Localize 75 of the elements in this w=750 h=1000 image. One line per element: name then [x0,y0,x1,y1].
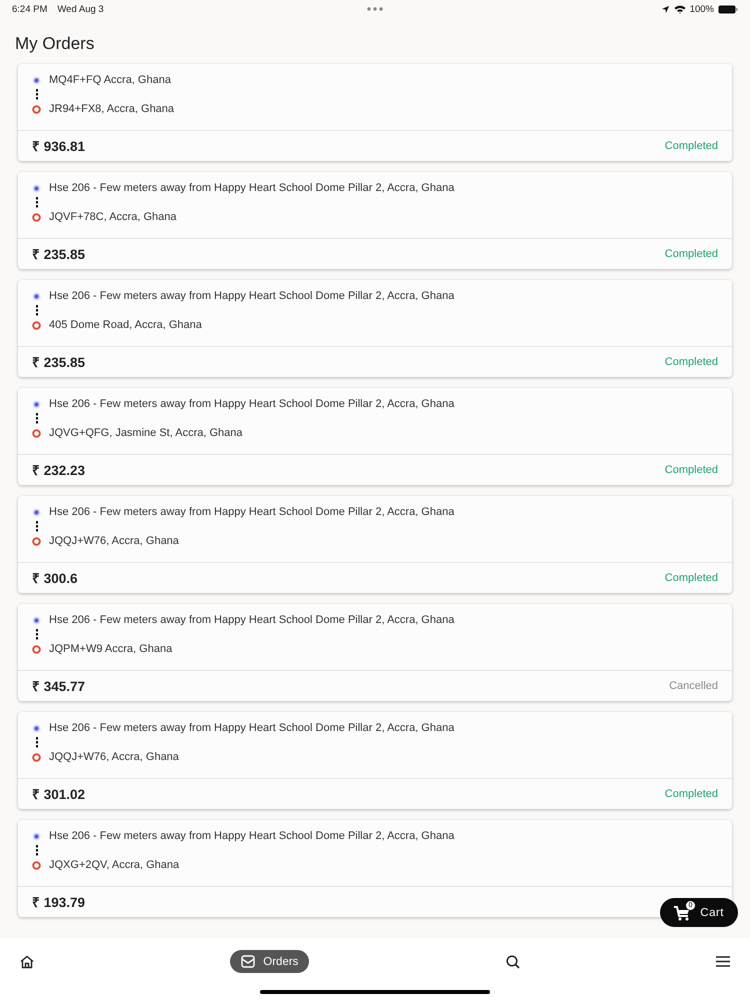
status-date: Wed Aug 3 [57,4,104,14]
pickup-dot-icon [32,616,41,624]
pickup-address: Hse 206 - Few meters away from Happy Heart School Dome Pillar 2, Accra, Ghana [49,830,454,842]
order-status: Completed [664,572,718,584]
order-price: ₹ 235.85 [32,246,86,263]
order-card[interactable]: Hse 206 - Few meters away from Happy Heart School Dome Pillar 2, Accra, Ghana JQQJ+W76, Accra, Ghana ₹ 301.02 Completed [18,712,732,809]
route-line-icon [36,305,38,316]
order-price: ₹ 300.6 [32,570,78,587]
order-status: Cancelled [669,680,718,692]
pickup-dot-icon [32,400,41,408]
dropoff-ring-icon [32,428,41,438]
order-card[interactable]: MQ4F+FQ Accra, Ghana JR94+FX8, Accra, Ghana ₹ 936.81 Completed [18,64,732,161]
dropoff-ring-icon [32,536,41,546]
pickup-address: Hse 206 - Few meters away from Happy Heart School Dome Pillar 2, Accra, Ghana [49,506,454,518]
page-title: My Orders [15,34,96,54]
route-line-icon [36,845,38,856]
status-time: 6:24 PM [12,4,48,14]
pickup-address: Hse 206 - Few meters away from Happy Heart School Dome Pillar 2, Accra, Ghana [49,290,454,302]
dropoff-address: JQVG+QFG, Jasmine St, Accra, Ghana [49,427,242,439]
order-card[interactable]: Hse 206 - Few meters away from Happy Heart School Dome Pillar 2, Accra, Ghana JQQJ+W76, Accra, Ghana ₹ 300.6 Completed [18,496,732,593]
dropoff-address: JR94+FX8, Accra, Ghana [49,103,174,115]
route-line-icon [36,89,38,100]
battery-icon [718,4,738,14]
pickup-dot-icon [32,724,41,732]
order-card[interactable]: Hse 206 - Few meters away from Happy Heart School Dome Pillar 2, Accra, Ghana JQPM+W9 Accra, Ghana ₹ 345.77 Cancelled [18,604,732,701]
location-icon [660,4,670,14]
menu-icon [716,956,730,967]
dropoff-address: JQQJ+W76, Accra, Ghana [49,751,179,763]
order-status: Completed [664,356,718,368]
route-line-icon [36,197,38,208]
route-line-icon [36,629,38,640]
order-price: ₹ 193.79 [32,894,86,911]
pickup-address: Hse 206 - Few meters away from Happy Heart School Dome Pillar 2, Accra, Ghana [49,614,454,626]
dropoff-ring-icon [32,212,41,222]
order-card[interactable]: Hse 206 - Few meters away from Happy Heart School Dome Pillar 2, Accra, Ghana 405 Dome Road, Accra, Ghana ₹ 235.85 Completed [18,280,732,377]
order-status: Completed [664,248,718,260]
order-price: ₹ 936.81 [32,138,86,155]
order-card[interactable]: Hse 206 - Few meters away from Happy Heart School Dome Pillar 2, Accra, Ghana JQVF+78C, Accra, Ghana ₹ 235.85 Completed [18,172,732,269]
pickup-dot-icon [32,508,41,516]
home-icon [20,954,34,968]
route-line-icon [36,737,38,748]
dropoff-address: 405 Dome Road, Accra, Ghana [49,319,202,331]
orders-icon [241,955,256,968]
search-icon [506,954,520,968]
order-status: Completed [664,464,718,476]
route-line-icon [36,413,38,424]
pickup-address: Hse 206 - Few meters away from Happy Heart School Dome Pillar 2, Accra, Ghana [49,722,454,734]
pickup-address: MQ4F+FQ Accra, Ghana [49,74,171,86]
order-price: ₹ 235.85 [32,354,86,371]
order-price: ₹ 301.02 [32,786,86,803]
order-card[interactable]: Hse 206 - Few meters away from Happy Heart School Dome Pillar 2, Accra, Ghana JQVG+QFG, Jasmine St, Accra, Ghana ₹ 232.23 Completed [18,388,732,485]
pickup-dot-icon [32,832,41,840]
dropoff-address: JQPM+W9 Accra, Ghana [49,643,172,655]
order-price: ₹ 232.23 [32,462,86,479]
wifi-icon [674,4,686,14]
pickup-address: Hse 206 - Few meters away from Happy Heart School Dome Pillar 2, Accra, Ghana [49,182,454,194]
dropoff-ring-icon [32,320,41,330]
dropoff-ring-icon [32,752,41,762]
pickup-dot-icon [32,292,41,300]
order-price: ₹ 345.77 [32,678,86,695]
dropoff-ring-icon [32,860,41,870]
pickup-dot-icon [32,76,41,84]
dropoff-ring-icon [32,104,41,114]
dropoff-address: JQQJ+W76, Accra, Ghana [49,535,179,547]
more-icon [367,7,383,11]
dropoff-address: JQXG+2QV, Accra, Ghana [49,859,180,871]
dropoff-address: JQVF+78C, Accra, Ghana [49,211,176,223]
order-status: Completed [664,788,718,800]
battery-percent: 100% [690,4,714,14]
dropoff-ring-icon [32,644,41,654]
pickup-dot-icon [32,184,41,192]
route-line-icon [36,521,38,532]
order-status: Completed [664,140,718,152]
pickup-address: Hse 206 - Few meters away from Happy Heart School Dome Pillar 2, Accra, Ghana [49,398,454,410]
orders-tab[interactable]: Orders [230,950,310,973]
